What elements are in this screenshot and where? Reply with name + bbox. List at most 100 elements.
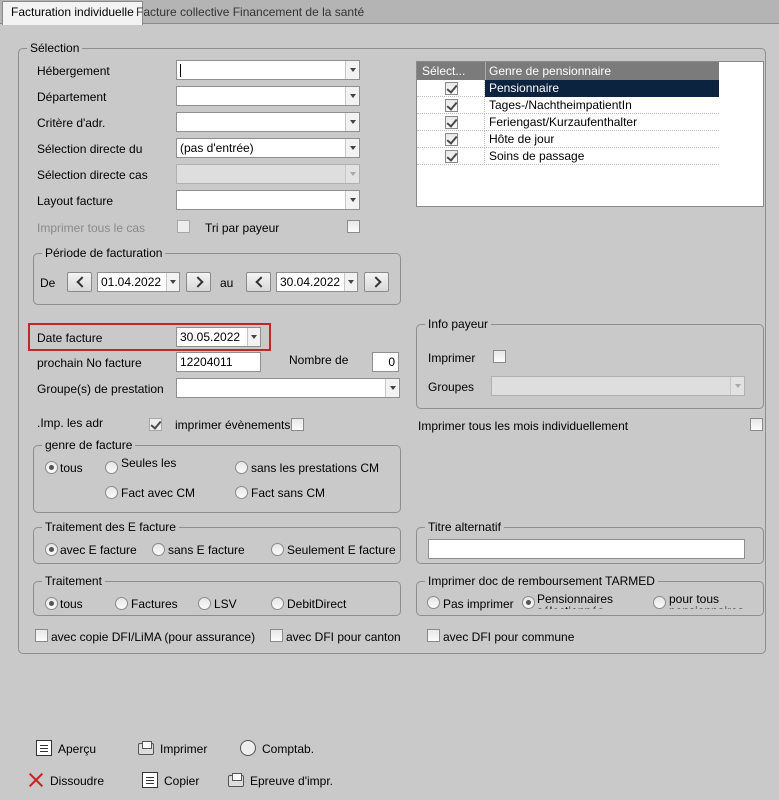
traitement-lsv-radio[interactable] — [198, 597, 211, 610]
next-month-from-button[interactable] — [186, 272, 211, 292]
tab-facturation-individuelle[interactable]: Facturation individuelle — [2, 1, 143, 25]
hebergement-combo[interactable] — [176, 60, 360, 80]
tarmed-selectionnes-label: Pensionnaires sélectionnés — [537, 593, 614, 609]
next-month-to-button[interactable] — [364, 272, 389, 292]
tri-par-payeur-checkbox[interactable] — [347, 220, 360, 233]
row-checkbox[interactable] — [445, 82, 458, 95]
nombre-de-value: 0 — [388, 355, 395, 369]
date-to-picker[interactable]: 30.04.2022 — [276, 272, 358, 292]
prev-month-to-button[interactable] — [246, 272, 271, 292]
row-checkbox[interactable] — [445, 99, 458, 112]
genre-facture-legend: genre de facture — [42, 438, 136, 452]
grid-row[interactable]: Tages-/NachtheimpatientIn — [417, 97, 719, 114]
chevron-down-icon[interactable] — [345, 165, 359, 183]
genre-fact-avec-cm-radio[interactable] — [105, 486, 118, 499]
titre-alternatif-legend: Titre alternatif — [425, 520, 504, 534]
date-from-value: 01.04.2022 — [101, 275, 162, 289]
selection-directe-cas-label: Sélection directe cas — [37, 168, 148, 182]
prev-month-from-button[interactable] — [67, 272, 92, 292]
grid-row[interactable]: Pensionnaire — [417, 80, 719, 97]
pensionnaire-type-grid[interactable]: Sélect... Genre de pensionnaire Pensionn… — [416, 61, 764, 207]
grid-row[interactable]: Feriengast/Kurzaufenthalter — [417, 114, 719, 131]
tri-par-payeur-label: Tri par payeur — [205, 221, 280, 235]
selection-directe-cas-combo[interactable] — [176, 164, 360, 184]
groupes-prestation-combo[interactable] — [176, 378, 400, 398]
dfi-canton-checkbox[interactable] — [270, 629, 283, 642]
copier-label: Copier — [164, 774, 200, 788]
chevron-down-icon[interactable] — [345, 61, 359, 79]
tarmed-legend: Imprimer doc de remboursement TARMED — [425, 574, 658, 588]
tarmed-tous-radio[interactable] — [653, 596, 666, 609]
date-facture-label: Date facture — [37, 331, 103, 345]
departement-label: Département — [37, 90, 107, 104]
selection-legend: Sélection — [27, 41, 83, 55]
row-checkbox[interactable] — [445, 133, 458, 146]
imprimer-tous-cas-label: Imprimer tous le cas — [37, 221, 146, 235]
titre-alternatif-input[interactable] — [428, 539, 745, 559]
grid-col-divider — [485, 62, 486, 80]
traitement-factures-label: Factures — [131, 597, 178, 611]
date-to-value: 30.04.2022 — [280, 275, 341, 289]
imprimer-button[interactable]: Imprimer — [138, 740, 208, 760]
traitement-tous-radio[interactable] — [45, 597, 58, 610]
tarmed-selectionnes-radio[interactable] — [522, 596, 535, 609]
info-payeur-imprimer-checkbox[interactable] — [493, 350, 506, 363]
grid-cell-genre: Soins de passage — [489, 149, 585, 163]
genre-tous-radio[interactable] — [45, 461, 58, 474]
prochain-no-label: prochain No facture — [37, 356, 142, 370]
comptab-button[interactable]: Comptab. — [240, 740, 315, 760]
tarmed-pas-imprimer-radio[interactable] — [427, 596, 440, 609]
grid-col-genre[interactable]: Genre de pensionnaire — [489, 64, 611, 78]
traitement-factures-radio[interactable] — [115, 597, 128, 610]
chevron-down-icon[interactable] — [345, 113, 359, 131]
efacture-avec-radio[interactable] — [45, 543, 58, 556]
critere-combo[interactable] — [176, 112, 360, 132]
imp-adr-checkbox[interactable] — [149, 418, 162, 431]
dissoudre-button[interactable]: Dissoudre — [28, 772, 104, 792]
grid-header: Sélect... Genre de pensionnaire — [417, 62, 719, 80]
selection-directe-du-value: (pas d'entrée) — [180, 141, 254, 155]
row-checkbox[interactable] — [445, 150, 458, 163]
chevron-down-icon[interactable] — [730, 377, 744, 395]
row-checkbox[interactable] — [445, 116, 458, 129]
imprimer-tous-cas-checkbox[interactable] — [177, 220, 190, 233]
date-from-picker[interactable]: 01.04.2022 — [97, 272, 180, 292]
departement-combo[interactable] — [176, 86, 360, 106]
dfi-lima-checkbox[interactable] — [35, 629, 48, 642]
genre-tous-label: tous — [60, 461, 83, 475]
chevron-down-icon[interactable] — [345, 87, 359, 105]
grid-col-select[interactable]: Sélect... — [422, 64, 465, 78]
genre-fact-sans-cm-radio[interactable] — [235, 486, 248, 499]
prochain-no-input[interactable]: 12204011 — [176, 352, 261, 372]
dissolve-x-icon — [28, 772, 44, 788]
chevron-down-icon[interactable] — [345, 139, 359, 157]
grid-row[interactable]: Soins de passage — [417, 148, 719, 165]
info-payeur-legend: Info payeur — [425, 317, 492, 331]
efacture-seulement-radio[interactable] — [271, 543, 284, 556]
chevron-down-icon[interactable] — [344, 273, 357, 291]
epreuve-button[interactable]: Epreuve d'impr. — [228, 772, 333, 792]
chevron-down-icon[interactable] — [247, 328, 260, 346]
traitement-debitdirect-radio[interactable] — [271, 597, 284, 610]
traitement-lsv-label: LSV — [214, 597, 237, 611]
genre-sans-cm-radio[interactable] — [235, 461, 248, 474]
chevron-down-icon[interactable] — [166, 273, 179, 291]
nombre-de-input[interactable]: 0 — [372, 352, 399, 372]
comptab-label: Comptab. — [262, 742, 315, 756]
tab-facture-collective[interactable]: Facture collective Financement de la san… — [128, 2, 372, 24]
grid-row[interactable]: Hôte de jour — [417, 131, 719, 148]
layout-facture-combo[interactable] — [176, 190, 360, 210]
copier-button[interactable]: Copier — [142, 772, 202, 792]
imprimer-evenements-checkbox[interactable] — [291, 418, 304, 431]
chevron-down-icon[interactable] — [345, 191, 359, 209]
dfi-commune-checkbox[interactable] — [427, 629, 440, 642]
genre-seules-cm-radio[interactable] — [105, 461, 118, 474]
date-facture-picker[interactable]: 30.05.2022 — [176, 327, 261, 347]
imprimer-tous-mois-checkbox[interactable] — [750, 418, 763, 431]
info-payeur-groupes-combo[interactable] — [491, 376, 745, 396]
efacture-sans-radio[interactable] — [152, 543, 165, 556]
chevron-down-icon[interactable] — [385, 379, 399, 397]
apercu-button[interactable]: Aperçu — [36, 740, 96, 760]
selection-directe-du-combo[interactable]: (pas d'entrée) — [176, 138, 360, 158]
info-payeur-imprimer-label: Imprimer — [428, 351, 476, 365]
